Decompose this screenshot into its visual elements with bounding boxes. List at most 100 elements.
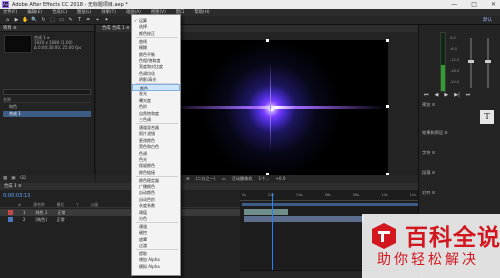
audio-slider-knob[interactable] bbox=[485, 60, 491, 63]
menu-help[interactable]: 帮助(H) bbox=[194, 9, 209, 16]
context-menu-item-label: 阈值 bbox=[139, 209, 147, 215]
context-menu-item-label: 色调 bbox=[139, 150, 147, 156]
watermark-logo-icon bbox=[372, 223, 396, 249]
next-frame-icon[interactable]: ▶| bbox=[454, 92, 460, 98]
context-menu-item-label: 黑色和白色 bbox=[139, 144, 159, 150]
tools-toolbar: ⌂ ▶ ✋ 🔍 ↻ ⬚ ▭ ✎ T ✒ ⌖ ✦ 默认 bbox=[0, 16, 500, 25]
anchor-tool-icon[interactable]: ⌖ bbox=[94, 17, 101, 24]
region-icon[interactable]: ▭ bbox=[222, 175, 226, 183]
context-menu-item[interactable]: 模拟 Alpha bbox=[132, 263, 180, 270]
context-menu-item-label: 通道混合器 bbox=[139, 124, 159, 130]
play-icon[interactable]: ▶ bbox=[444, 92, 448, 98]
hand-tool-icon[interactable]: ✋ bbox=[22, 17, 29, 24]
audio-slider-right[interactable] bbox=[487, 38, 489, 88]
context-menu-item-label: 运算 bbox=[139, 18, 147, 23]
time-ruler[interactable]: 0s 02s 04s 06s 08s 10s 12s bbox=[240, 193, 418, 201]
context-menu-item-label: 广播颜色 bbox=[139, 184, 155, 189]
character-tab[interactable]: 字符 ≡ bbox=[422, 150, 435, 156]
layer-mode[interactable]: 正常 bbox=[57, 209, 65, 216]
context-menu-item-label: 键控 bbox=[139, 230, 147, 236]
context-menu-item-label: 灰度系数 bbox=[139, 203, 155, 209]
pen-tool-icon[interactable]: ✎ bbox=[67, 17, 74, 24]
menu-edit[interactable]: 编辑(E) bbox=[27, 9, 42, 16]
comp-duration: Δ 0:00:30:00, 25.00 fps bbox=[34, 45, 82, 50]
audio-slider-left[interactable] bbox=[470, 38, 472, 88]
layer-duration-bar[interactable] bbox=[244, 209, 288, 215]
ruler-tick: 0s bbox=[242, 193, 247, 197]
context-menu-item-label: 自动颜色 bbox=[139, 190, 155, 196]
home-icon[interactable]: ⌂ bbox=[4, 17, 11, 24]
views-select[interactable]: 1个... bbox=[258, 175, 269, 183]
first-frame-icon[interactable]: ⏮ bbox=[424, 92, 429, 98]
resolution-select[interactable]: (二分之一) bbox=[196, 175, 216, 183]
menu-composition[interactable]: 合成(C) bbox=[52, 9, 67, 16]
context-menu-item-label: 过渡 bbox=[139, 243, 147, 249]
preview-transport: ⏮ ◀ ▶ ▶| ⏭ bbox=[424, 92, 470, 98]
zoom-tool-icon[interactable]: 🔍 bbox=[31, 17, 38, 24]
timeline-tab[interactable]: 合成 1 ≡ bbox=[0, 183, 418, 190]
ruler-tick: 06s bbox=[324, 193, 331, 197]
context-menu-item-label: 模糊 bbox=[139, 45, 147, 51]
layer-handle[interactable] bbox=[386, 105, 389, 108]
project-row-selected[interactable]: 合成 1 bbox=[3, 111, 91, 117]
lens-flare-vertical bbox=[270, 62, 271, 152]
delete-icon[interactable]: ⌫ bbox=[20, 175, 26, 183]
layer-duration-bar[interactable] bbox=[244, 216, 364, 222]
workspace-selector[interactable]: 默认 bbox=[483, 17, 492, 23]
preview-panel-tab[interactable]: 预览 ≡ bbox=[422, 102, 435, 108]
effect-context-menu: ✓ 运算 选择 颜色校正 曲线 模糊 颜色平衡 色相/饱和度 亮度和对比度 色调均化 阴影/高光 颜色… bbox=[131, 14, 181, 276]
audio-slider-knob[interactable] bbox=[468, 60, 474, 63]
exposure-value[interactable]: +0.0 bbox=[275, 175, 285, 183]
layer-row[interactable]: 2 [纯色] 正常 bbox=[0, 216, 240, 223]
maximize-button[interactable]: □ bbox=[471, 0, 477, 9]
text-tool-icon[interactable]: T bbox=[76, 17, 83, 24]
project-column-header[interactable]: 名称 bbox=[3, 97, 91, 103]
previous-frame-icon[interactable]: ◀ bbox=[435, 92, 439, 98]
menu-file[interactable]: 文件(F) bbox=[3, 9, 17, 16]
work-area-bar[interactable] bbox=[242, 203, 418, 206]
col-source-name[interactable]: 源名称 bbox=[33, 202, 44, 207]
new-folder-icon[interactable]: ▣ bbox=[11, 175, 15, 183]
puppet-tool-icon[interactable]: ✦ bbox=[103, 17, 110, 24]
paragraph-tab[interactable]: 段落 ≡ bbox=[422, 170, 435, 176]
rectangle-tool-icon[interactable]: ▭ bbox=[58, 17, 65, 24]
text-tool-icon[interactable]: T bbox=[480, 110, 494, 124]
layer-mode[interactable]: 正常 bbox=[57, 216, 65, 223]
audio-meter bbox=[440, 32, 446, 92]
col-trkmat: T bbox=[76, 202, 79, 207]
last-frame-icon[interactable]: ⏭ bbox=[466, 92, 471, 98]
align-tab[interactable]: 对齐 ≡ bbox=[422, 190, 435, 196]
db-label: -18.0 bbox=[450, 69, 460, 73]
interpret-footage-icon[interactable]: ▦ bbox=[3, 175, 7, 183]
layer-handle[interactable] bbox=[266, 39, 269, 42]
ruler-tick: 12s bbox=[409, 193, 416, 197]
rotate-tool-icon[interactable]: ↻ bbox=[40, 17, 47, 24]
current-time-indicator[interactable] bbox=[272, 193, 274, 273]
project-row[interactable]: 纯色 bbox=[3, 104, 91, 110]
context-menu-item-label: 提取 bbox=[139, 251, 147, 256]
layer-label-color[interactable] bbox=[8, 210, 13, 215]
title-bar: Ae Adobe After Effects CC 2018 - 无标题项目.a… bbox=[0, 0, 500, 9]
camera-select[interactable]: 活动摄像机 bbox=[232, 175, 253, 183]
layer-handle[interactable] bbox=[386, 39, 389, 42]
layer-name[interactable]: 纯色 1 bbox=[36, 209, 48, 216]
project-tab[interactable]: 项目 ≡ bbox=[0, 25, 94, 32]
snapshot-icon[interactable]: ⊕ bbox=[186, 175, 190, 183]
layer-name[interactable]: [纯色] bbox=[36, 216, 47, 223]
menu-effect[interactable]: 效果(T) bbox=[101, 9, 116, 16]
context-menu-item-label: 色光 bbox=[139, 156, 147, 162]
effects-presets-tab[interactable]: 效果和预设 ≡ bbox=[422, 130, 448, 136]
project-search-input[interactable] bbox=[3, 89, 91, 95]
window-title: Adobe After Effects CC 2018 - 无标题项目.aep … bbox=[12, 2, 128, 8]
camera-tool-icon[interactable]: ⬚ bbox=[49, 17, 56, 24]
brush-tool-icon[interactable]: ✒ bbox=[85, 17, 92, 24]
minimize-button[interactable]: — bbox=[451, 0, 457, 9]
current-time-display[interactable]: 0:00:03:13 bbox=[3, 193, 30, 199]
layer-row[interactable]: 1 纯色 1 正常 bbox=[0, 209, 240, 216]
menu-layer[interactable]: 图层(L) bbox=[77, 9, 91, 16]
layer-label-color[interactable] bbox=[8, 217, 13, 222]
layer-number: 1 bbox=[23, 210, 26, 215]
selection-tool-icon[interactable]: ▶ bbox=[13, 17, 20, 24]
close-button[interactable]: ✕ bbox=[491, 0, 496, 9]
col-parent: 父级 bbox=[90, 202, 99, 207]
